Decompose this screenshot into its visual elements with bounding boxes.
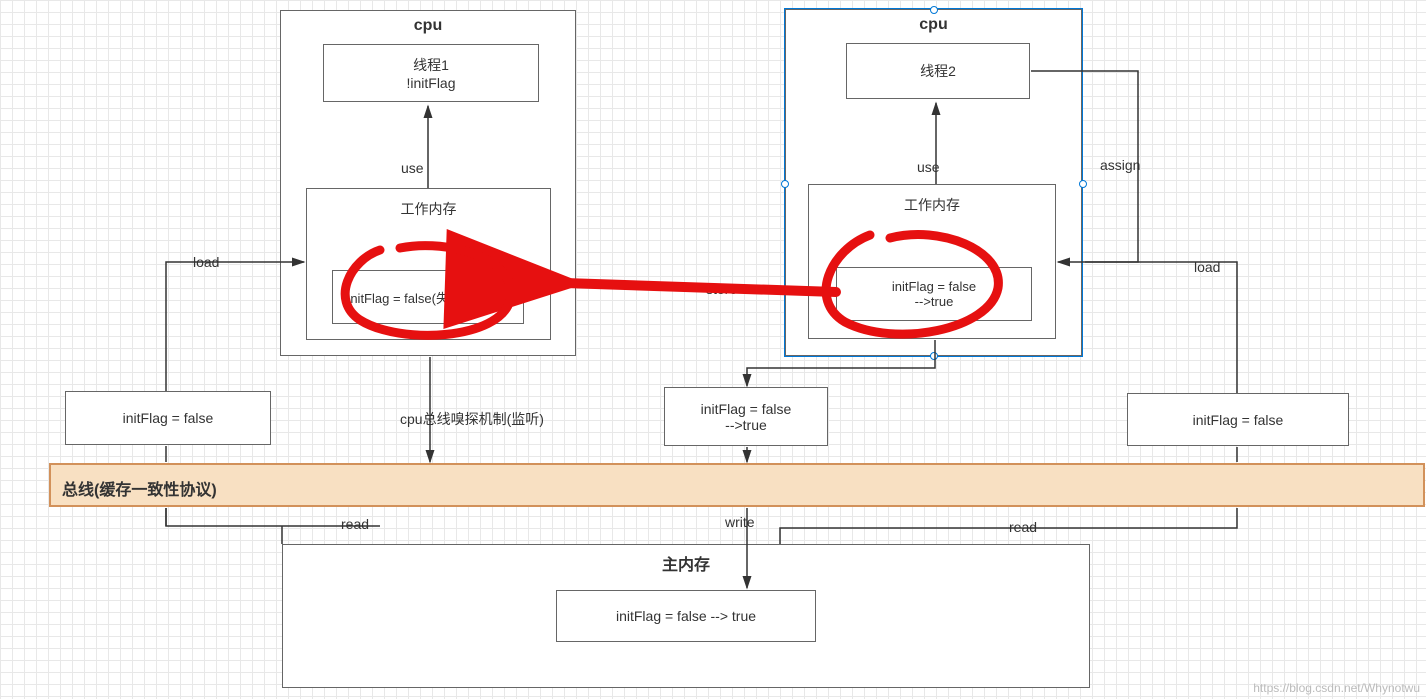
cpu1-workmem-title: 工作内存 xyxy=(401,193,457,219)
selection-handle[interactable] xyxy=(781,180,789,188)
left-cache-box: initFlag = false xyxy=(65,391,271,445)
write-label: write xyxy=(725,514,755,530)
bus-label: 总线(缓存一致性协议) xyxy=(62,476,217,500)
selection-handle[interactable] xyxy=(930,6,938,14)
cpu2-title: cpu xyxy=(786,16,1081,34)
load-right-label: load xyxy=(1194,259,1220,275)
store-box: initFlag = false -->true xyxy=(664,387,828,446)
mainmem-title: 主内存 xyxy=(283,551,1089,575)
cpu2-thread-box: 线程2 xyxy=(846,43,1030,99)
cpu2-assign-label: assign xyxy=(1100,157,1140,173)
snoop-label: cpu总线嗅探机制(监听) xyxy=(400,409,544,429)
cpu1-workmem-value: initFlag = false(失效) -->true xyxy=(332,270,524,324)
cpu1-title: cpu xyxy=(281,17,575,35)
watermark: https://blog.csdn.net/Whynotwu xyxy=(1253,681,1420,695)
selection-handle[interactable] xyxy=(1079,180,1087,188)
cpu1-thread-box: 线程1 !initFlag xyxy=(323,44,539,102)
cpu2-workmem-title: 工作内存 xyxy=(904,189,960,215)
read-left-label: read xyxy=(341,516,369,532)
load-left-label: load xyxy=(193,254,219,270)
cpu2-workmem-value: initFlag = false -->true xyxy=(836,267,1032,321)
bus-bar xyxy=(49,463,1425,507)
selection-handle[interactable] xyxy=(930,352,938,360)
right-cache-box: initFlag = false xyxy=(1127,393,1349,446)
cpu2-use-label: use xyxy=(917,159,940,175)
cpu1-use-label: use xyxy=(401,160,424,176)
read-right-label: read xyxy=(1009,519,1037,535)
mainmem-value-box: initFlag = false --> true xyxy=(556,590,816,642)
store-label: store xyxy=(706,281,737,297)
